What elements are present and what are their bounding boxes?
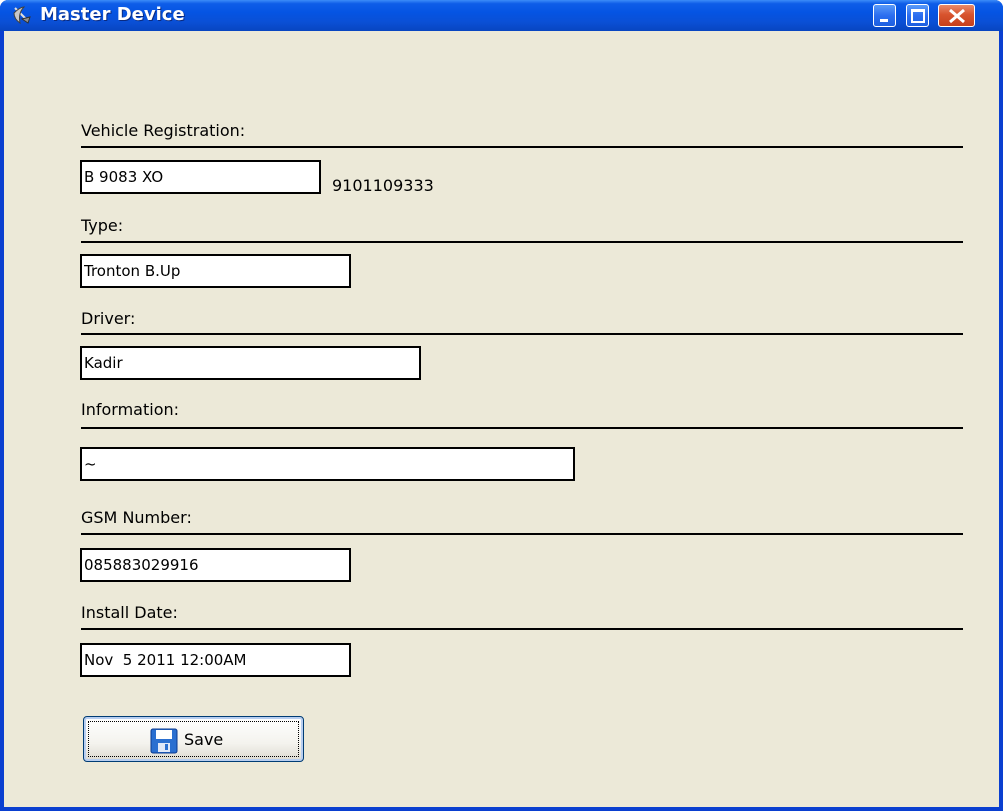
satellite-dish-icon — [13, 6, 31, 25]
information-label: Information: — [81, 400, 180, 419]
gsm-number-input[interactable] — [80, 548, 351, 582]
driver-label: Driver: — [81, 309, 136, 328]
minimize-icon — [880, 19, 888, 22]
section-divider — [81, 427, 963, 429]
driver-input[interactable] — [80, 346, 421, 380]
gsm-number-label: GSM Number: — [81, 508, 192, 527]
type-label: Type: — [81, 216, 124, 235]
information-input[interactable] — [80, 447, 575, 481]
floppy-disk-icon — [150, 728, 178, 754]
type-input[interactable] — [80, 254, 351, 288]
device-id-text: 9101109333 — [332, 176, 434, 195]
save-button[interactable]: Save — [83, 716, 304, 762]
section-divider — [81, 533, 963, 535]
maximize-icon — [911, 9, 925, 23]
minimize-button[interactable] — [873, 4, 896, 27]
vehicle-registration-label: Vehicle Registration: — [81, 121, 246, 140]
title-bar[interactable]: Master Device — [0, 0, 1003, 31]
install-date-input[interactable] — [80, 643, 351, 677]
save-button-label: Save — [184, 730, 224, 749]
maximize-button[interactable] — [906, 4, 929, 27]
window-title: Master Device — [40, 4, 185, 25]
vehicle-registration-input[interactable] — [80, 160, 321, 194]
section-divider — [81, 628, 963, 630]
master-device-window: Master Device Vehicle Registration: 9101… — [0, 0, 1003, 811]
section-divider — [81, 241, 963, 243]
section-divider — [81, 146, 963, 148]
install-date-label: Install Date: — [81, 603, 178, 622]
close-icon — [949, 8, 965, 24]
close-button[interactable] — [938, 4, 975, 27]
section-divider — [81, 333, 963, 335]
